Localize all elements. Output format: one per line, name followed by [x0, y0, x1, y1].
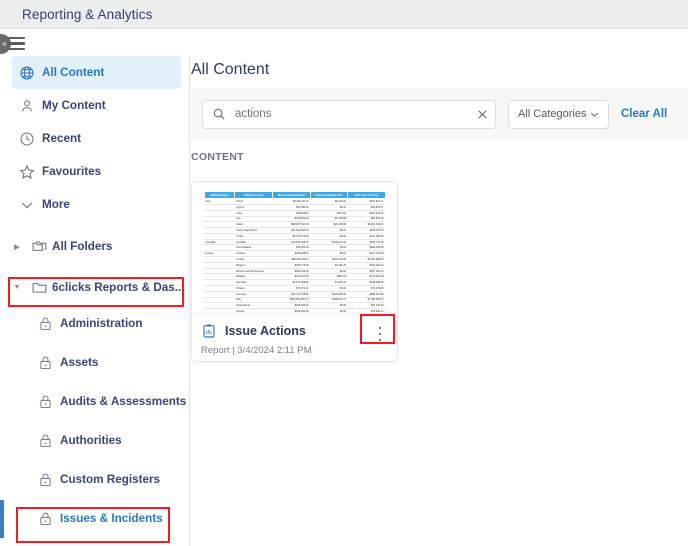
content-heading: All Content [191, 61, 270, 78]
thumbnail-column-header: Athlete Region [203, 190, 236, 200]
clear-all-button[interactable]: Clear All [621, 108, 667, 120]
sidebar-item-label: My Content [42, 99, 106, 112]
sidebar-item-favourites[interactable]: Favourites [12, 155, 181, 188]
thumbnail-column-header: Athlete Country [234, 190, 274, 200]
caret-down-icon[interactable]: ▼ [8, 284, 26, 291]
card-date: 3/4/2024 2:11 PM [237, 345, 312, 356]
sidebar-item-all-content[interactable]: All Content [12, 56, 181, 89]
chevron-down-icon [12, 197, 42, 213]
sidebar-item-audits-assessments[interactable]: Audits & Assessments [0, 382, 189, 421]
sidebar-item-label: Audits & Assessments [60, 395, 187, 408]
thumbnail-column-header: Sum Cost of Comp [347, 190, 386, 200]
sidebar-item-assets[interactable]: Assets [0, 343, 189, 382]
lock-icon [30, 432, 60, 449]
category-filter-dropdown[interactable]: All Categories [508, 99, 609, 129]
lock-icon [30, 393, 60, 410]
app-header: Reporting & Analytics [0, 0, 688, 29]
content-card[interactable]: Athlete Region Athlete Country Sum Invoice… [191, 181, 398, 362]
card-footer: Issue Actions Report | 3/4/2024 2:11 PM [192, 313, 397, 361]
search-field[interactable] [202, 99, 496, 129]
sidebar-item-current-folder[interactable]: ▼ 6clicks Reports & Das... [8, 271, 189, 304]
folders-icon [26, 238, 52, 255]
sidebar-item-label: Recent [42, 132, 81, 145]
thumbnail-column-header: Sum Invoiced Amount [272, 190, 311, 200]
report-clipboard-icon [201, 323, 217, 339]
app-root: Reporting & Analytics « All Content My C… [0, 0, 688, 546]
card-thumbnail: Athlete Region Athlete Country Sum Invoice… [192, 182, 397, 315]
table-body: Asia China $3,289,211.92 $8,322.91 $760,821.… [204, 198, 385, 315]
sidebar-item-more[interactable]: More [12, 188, 181, 221]
selected-indicator [0, 499, 4, 538]
hamburger-icon[interactable] [8, 37, 25, 50]
search-icon [212, 107, 226, 121]
card-metadata: Report | 3/4/2024 2:11 PM [201, 345, 312, 356]
card-separator: | [232, 345, 235, 356]
sidebar-item-label: Assets [60, 356, 99, 369]
sidebar-item-custom-registers[interactable]: Custom Registers [0, 460, 189, 499]
lock-icon [30, 471, 60, 488]
sidebar-item-label: 6clicks Reports & Das... [52, 281, 185, 294]
nav-strip: « [0, 30, 688, 56]
sidebar-item-label: Issues & Incidents [60, 512, 163, 525]
star-icon [12, 164, 42, 180]
sidebar-item-label: Favourites [42, 165, 102, 178]
card-title-row: Issue Actions [201, 323, 306, 339]
sidebar-item-authorities[interactable]: Authorities [0, 421, 189, 460]
table-header-row: Athlete Region Athlete Country Sum Invoice… [203, 190, 386, 200]
caret-right-icon[interactable]: ▶ [8, 243, 26, 251]
sidebar-item-label: All Content [42, 66, 105, 79]
globe-icon [12, 65, 42, 81]
sidebar-item-label: Custom Registers [60, 473, 161, 486]
page-title: Reporting & Analytics [22, 6, 153, 22]
card-menu-button[interactable] [372, 325, 388, 343]
clear-search-icon[interactable] [469, 108, 495, 121]
sidebar-item-issues-incidents[interactable]: Issues & Incidents [0, 499, 189, 538]
sidebar-item-label: Authorities [60, 434, 122, 447]
lock-icon [30, 510, 60, 527]
search-input[interactable] [235, 108, 469, 120]
lock-icon [30, 315, 60, 332]
category-filter-value: All Categories [518, 108, 587, 120]
sidebar: All Content My Content Recent Favourites… [0, 56, 190, 546]
sidebar-item-label: All Folders [52, 240, 113, 253]
content-section-label: CONTENT [191, 151, 244, 163]
sidebar-item-label: Administration [60, 317, 143, 330]
sidebar-item-recent[interactable]: Recent [12, 122, 181, 155]
card-type: Report [201, 345, 230, 356]
sidebar-item-administration[interactable]: Administration [0, 304, 189, 343]
chevron-down-icon [589, 109, 600, 120]
thumbnail-column-header: Sum Cancellation Fee [309, 190, 349, 200]
sidebar-item-all-folders[interactable]: ▶ All Folders [8, 230, 189, 263]
main-content: All Content All Categories [191, 56, 688, 546]
thumbnail-table: Athlete Region Athlete Country Sum Invoice… [203, 190, 386, 315]
sidebar-item-label: More [42, 198, 70, 211]
lock-icon [30, 354, 60, 371]
sidebar-item-my-content[interactable]: My Content [12, 89, 181, 122]
card-title: Issue Actions [225, 324, 306, 338]
folder-icon [26, 279, 52, 296]
filter-bar: All Categories Clear All [191, 88, 688, 140]
person-icon [12, 98, 42, 114]
clock-icon [12, 131, 42, 147]
